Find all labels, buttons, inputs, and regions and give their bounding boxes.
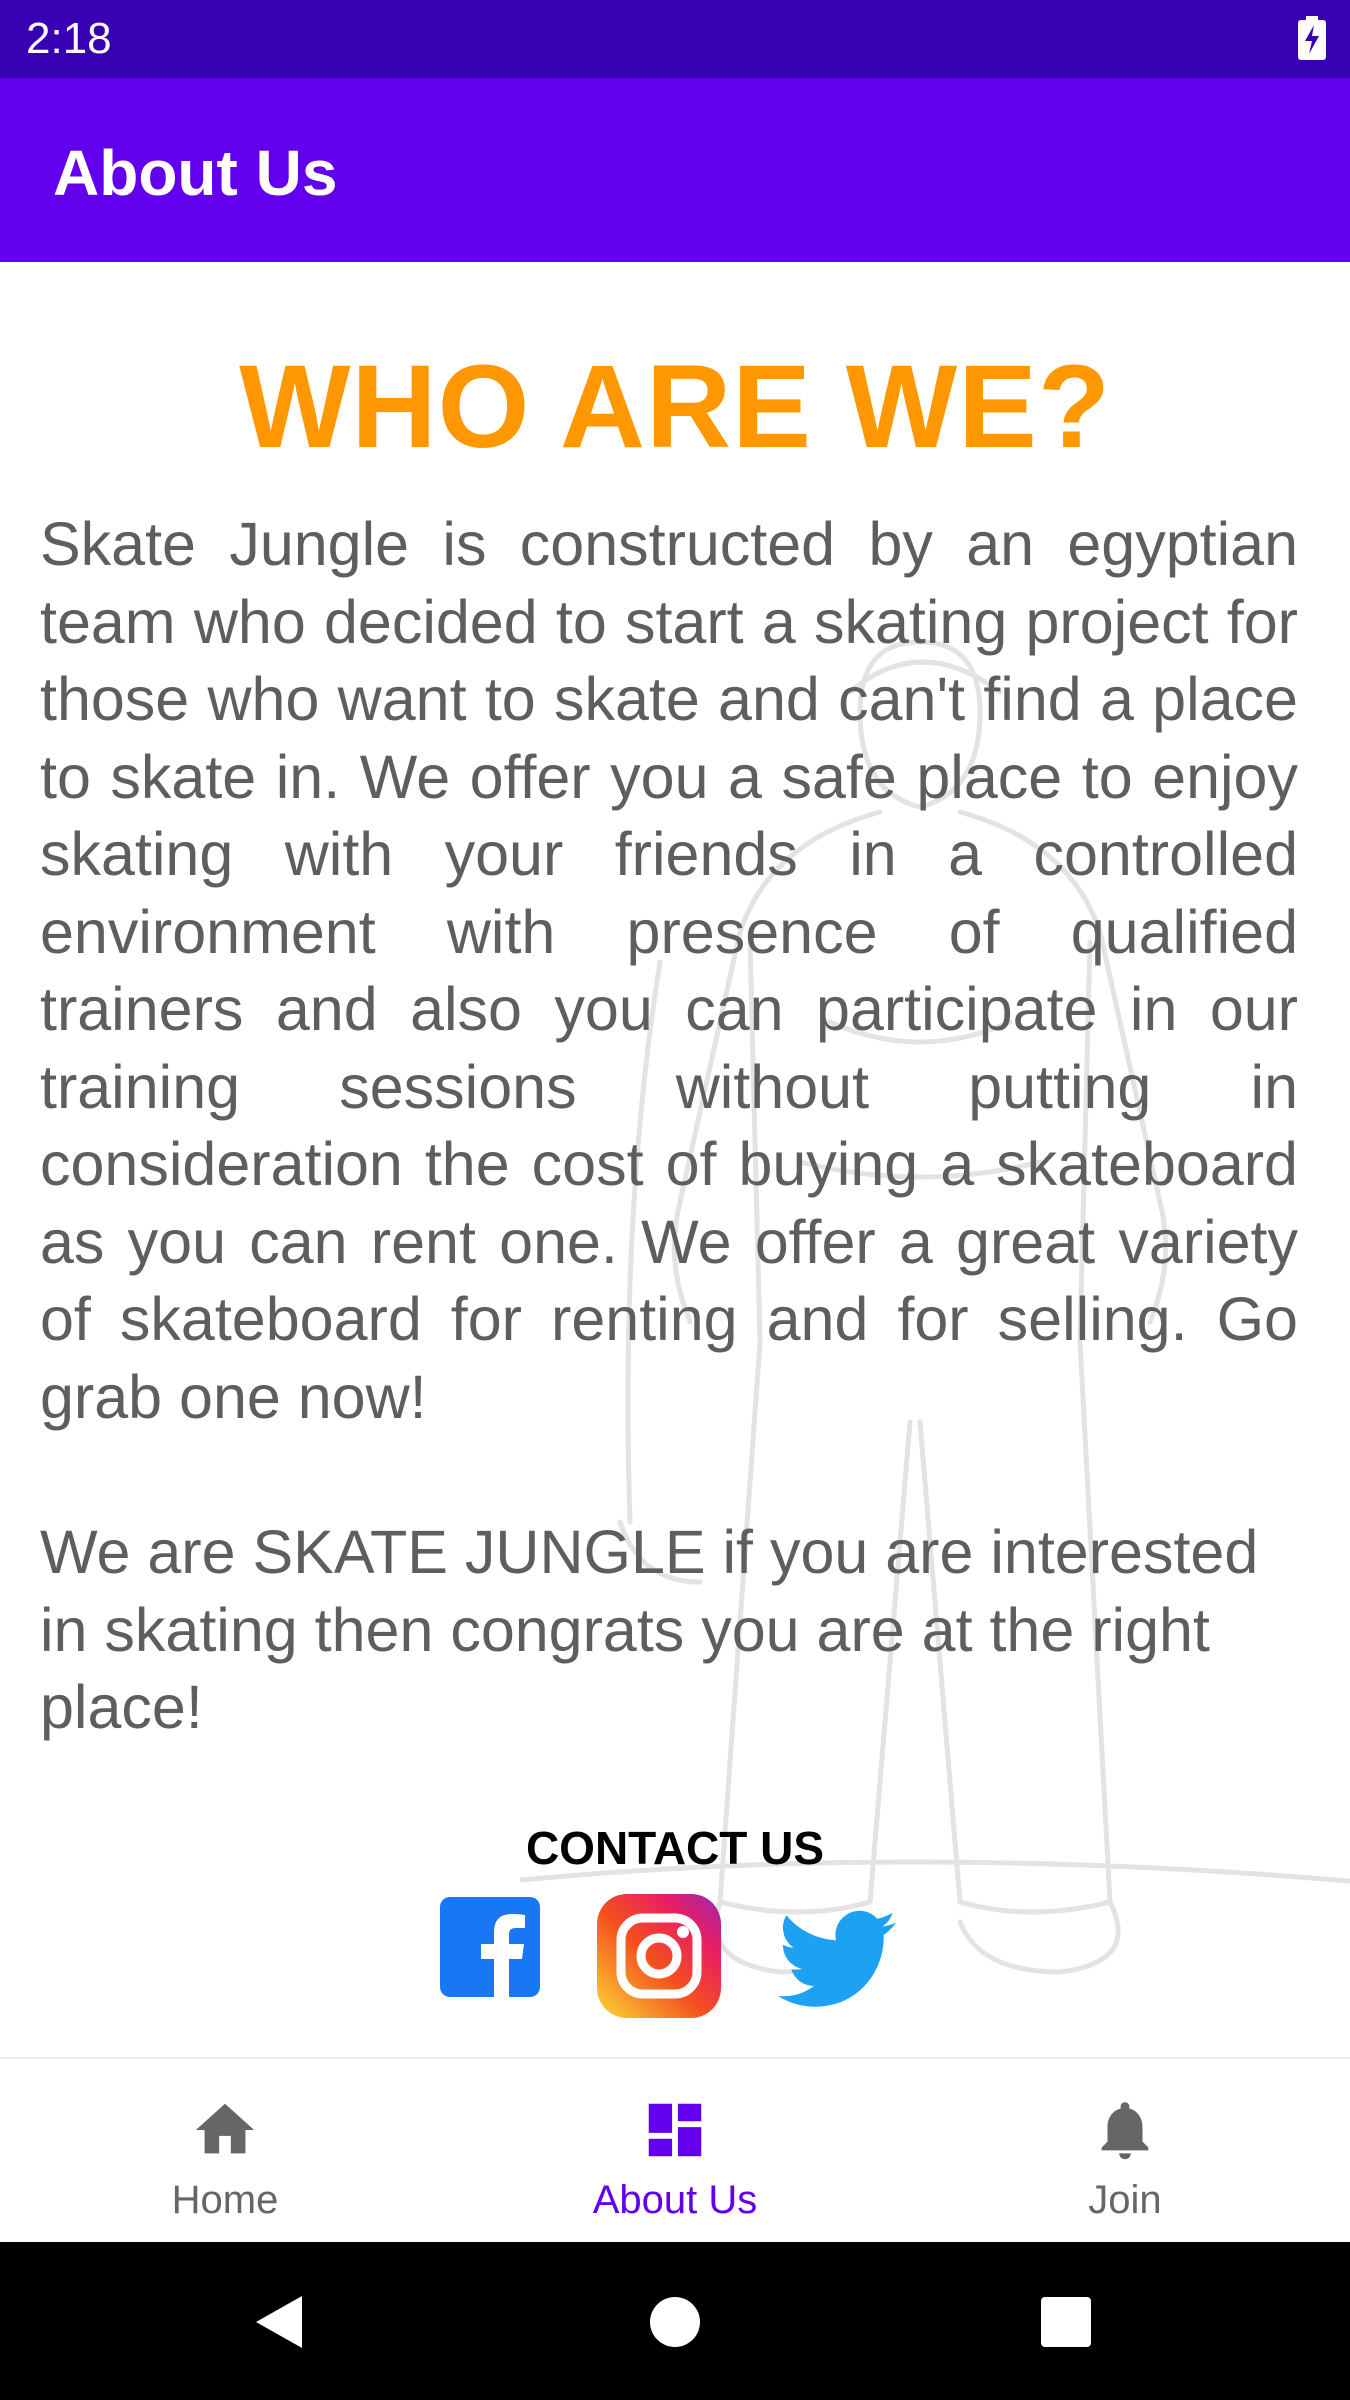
closing-paragraph: We are SKATE JUNGLE if you are intereste…: [40, 1518, 1259, 1741]
system-navigation-bar: [0, 2242, 1350, 2400]
facebook-icon[interactable]: [440, 1897, 540, 1997]
nav-item-join[interactable]: Join: [900, 2059, 1350, 2244]
headline: WHO ARE WE?: [239, 341, 1111, 473]
home-icon: [195, 2103, 255, 2154]
bell-icon: [1101, 2102, 1149, 2160]
about-paragraph: Skate Jungle is constructed by an egypti…: [40, 510, 1298, 1431]
nav-item-home[interactable]: Home: [0, 2059, 450, 2244]
nav-label-home: Home: [171, 2178, 279, 2222]
contact-title: CONTACT US: [525, 1822, 825, 1874]
home-circle-icon[interactable]: [645, 2292, 705, 2352]
app-bar: About Us: [0, 78, 1350, 262]
status-bar: 2:18: [0, 0, 1350, 78]
bottom-navigation: Home About Us Join: [0, 2057, 1350, 2244]
dashboard-icon: [648, 2103, 702, 2157]
nav-label-about-us: About Us: [592, 2178, 758, 2222]
battery-charging-icon: [1298, 16, 1326, 60]
twitter-icon[interactable]: [778, 1910, 896, 2010]
back-icon[interactable]: [250, 2292, 310, 2352]
nav-label-join: Join: [1088, 2178, 1162, 2222]
about-content[interactable]: WHO ARE WE? Skate Jungle is constructed …: [0, 262, 1350, 2057]
recents-icon[interactable]: [1036, 2292, 1096, 2352]
nav-item-about-us[interactable]: About Us: [450, 2059, 900, 2244]
page-title: About Us: [53, 137, 338, 209]
instagram-icon[interactable]: [597, 1894, 721, 2018]
status-time: 2:18: [26, 14, 112, 63]
